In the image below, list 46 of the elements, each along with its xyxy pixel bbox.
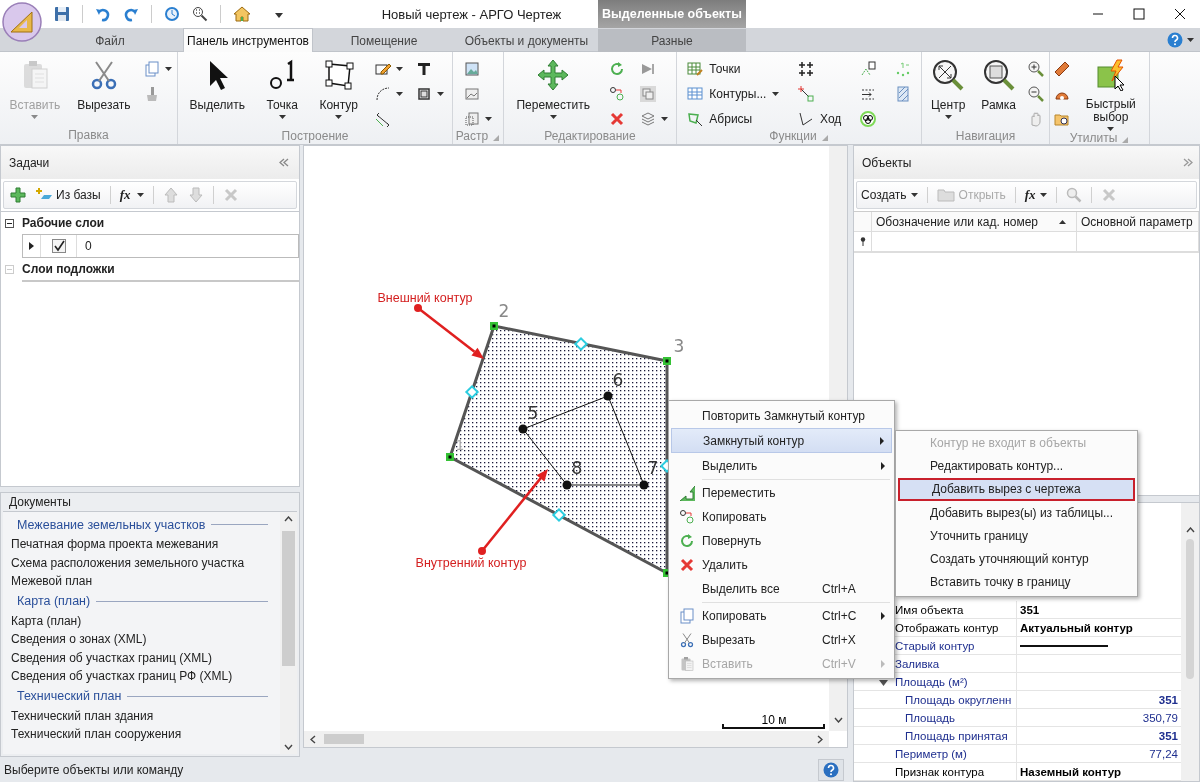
layer-group-title: Слои подложки <box>22 262 115 276</box>
layer-group-title: Рабочие слои <box>22 216 105 230</box>
point-label: 5 <box>527 403 539 423</box>
document-group-title: Технический план <box>17 689 122 703</box>
point-label: 2 <box>498 301 510 321</box>
property-name: Признак контура <box>894 764 986 780</box>
property-name: Площадь (м²) <box>894 674 969 690</box>
context-tab-header: Выделенные объекты <box>598 0 746 28</box>
panel-title: Задачи <box>9 155 50 170</box>
group-label: Навигация <box>955 129 1016 143</box>
group-label: Построение <box>281 129 349 143</box>
property-name: Периметр (м) <box>894 746 968 762</box>
group-label: Правка <box>68 127 109 142</box>
scale-label: 10 м <box>761 713 787 727</box>
property-name: Площадь округленн <box>904 692 1013 708</box>
point-label: 6 <box>612 370 624 390</box>
property-value: 351 <box>1158 693 1178 706</box>
annotation-label: Внешний контур <box>377 291 473 305</box>
point-label: 7 <box>647 458 659 478</box>
property-name: Площадь <box>904 710 957 726</box>
property-value: Наземный контур <box>1020 765 1121 778</box>
property-name: Старый контур <box>894 638 976 654</box>
property-value: 350,79 <box>1142 711 1178 724</box>
group-label: Функции <box>769 129 817 143</box>
property-value: Актуальный контур <box>1020 621 1133 634</box>
group-label: Растр <box>455 129 489 143</box>
property-name: Имя объекта <box>894 602 965 618</box>
layer-name: 0 <box>84 239 92 253</box>
group-label: Утилиты <box>1069 131 1118 145</box>
property-value: 351 <box>1020 603 1040 616</box>
panel-title: Объекты <box>862 155 912 170</box>
window-title: Новый чертеж - АРГО Чертеж <box>380 6 563 22</box>
annotation-label: Внутренний контур <box>415 556 527 570</box>
panel-title: Документы <box>9 495 71 509</box>
property-value: 77,24 <box>1149 747 1178 760</box>
property-name: Заливка <box>894 656 941 672</box>
point-label: 1 <box>455 437 465 453</box>
group-label: Редактирование <box>544 129 636 143</box>
status-text: Выберите объекты или команду <box>4 762 184 777</box>
document-group-title: Межевание земельных участков <box>17 517 206 532</box>
property-name: Площадь принятая <box>904 728 1009 744</box>
property-value: 351 <box>1158 729 1178 742</box>
point-label: 8 <box>571 458 583 478</box>
document-group-title: Карта (план) <box>17 594 91 608</box>
point-label: 3 <box>673 336 685 356</box>
property-name: Отображать контур <box>894 620 1000 636</box>
